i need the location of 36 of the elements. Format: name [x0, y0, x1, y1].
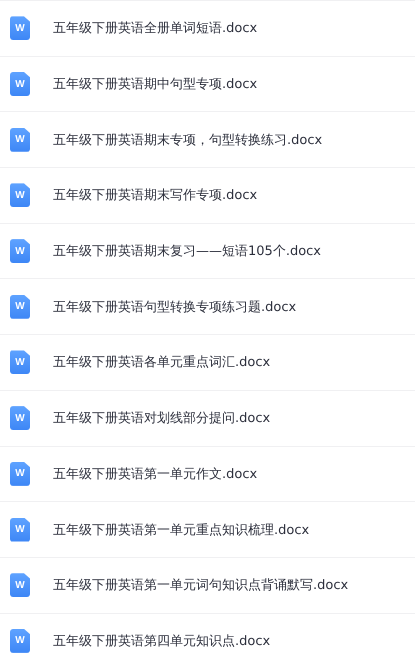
file-name: 五年级下册英语句型转换专项练习题.docx [53, 298, 296, 316]
file-name: 五年级下册英语各单元重点词汇.docx [53, 354, 270, 372]
document-icon: W [10, 406, 30, 430]
document-icon: W [10, 573, 30, 598]
file-row[interactable]: W 五年级下册英语对划线部分提问.docx [0, 390, 415, 446]
document-icon: W [10, 350, 30, 374]
file-row[interactable]: W 五年级下册英语第四单元知识点.docx [0, 614, 415, 664]
file-row[interactable]: W 五年级下册英语第一单元词句知识点背诵默写.docx [0, 558, 415, 614]
document-icon: W [10, 628, 30, 653]
document-icon: W [10, 518, 30, 542]
file-name: 五年级下册英语第一单元重点知识梳理.docx [53, 522, 310, 539]
document-icon: W [10, 462, 30, 486]
file-name: 五年级下册英语全册单词短语.docx [53, 20, 258, 38]
file-name: 五年级下册英语第一单元作文.docx [53, 466, 258, 483]
file-row[interactable]: W 五年级下册英语各单元重点词汇.docx [0, 335, 415, 391]
file-row[interactable]: W 五年级下册英语第一单元重点知识梳理.docx [0, 502, 415, 558]
file-name: 五年级下册英语期末写作专项.docx [53, 187, 258, 204]
file-name: 五年级下册英语第一单元词句知识点背诵默写.docx [53, 577, 348, 594]
file-row[interactable]: W 五年级下册英语第一单元作文.docx [0, 446, 415, 502]
file-name: 五年级下册英语第四单元知识点.docx [53, 632, 270, 650]
document-icon: W [10, 239, 30, 264]
file-row[interactable]: W 五年级下册英语句型转换专项练习题.docx [0, 279, 415, 336]
file-row[interactable]: W 五年级下册英语全册单词短语.docx [0, 1, 415, 57]
document-icon: W [10, 16, 30, 40]
file-name: 五年级下册英语期末复习——短语105个.docx [53, 243, 321, 260]
file-row[interactable]: W 五年级下册英语期末写作专项.docx [0, 168, 415, 224]
document-icon: W [10, 128, 30, 152]
file-row[interactable]: W 五年级下册英语期末复习——短语105个.docx [0, 224, 415, 280]
file-row[interactable]: W 五年级下册英语期中句型专项.docx [0, 56, 415, 112]
document-icon: W [10, 294, 30, 319]
document-icon: W [10, 72, 30, 96]
file-row[interactable]: W 五年级下册英语期末专项，句型转换练习.docx [0, 112, 415, 168]
document-icon: W [10, 183, 30, 208]
file-name: 五年级下册英语对划线部分提问.docx [53, 410, 270, 428]
file-name: 五年级下册英语期末专项，句型转换练习.docx [53, 132, 322, 149]
file-name: 五年级下册英语期中句型专项.docx [53, 76, 258, 94]
